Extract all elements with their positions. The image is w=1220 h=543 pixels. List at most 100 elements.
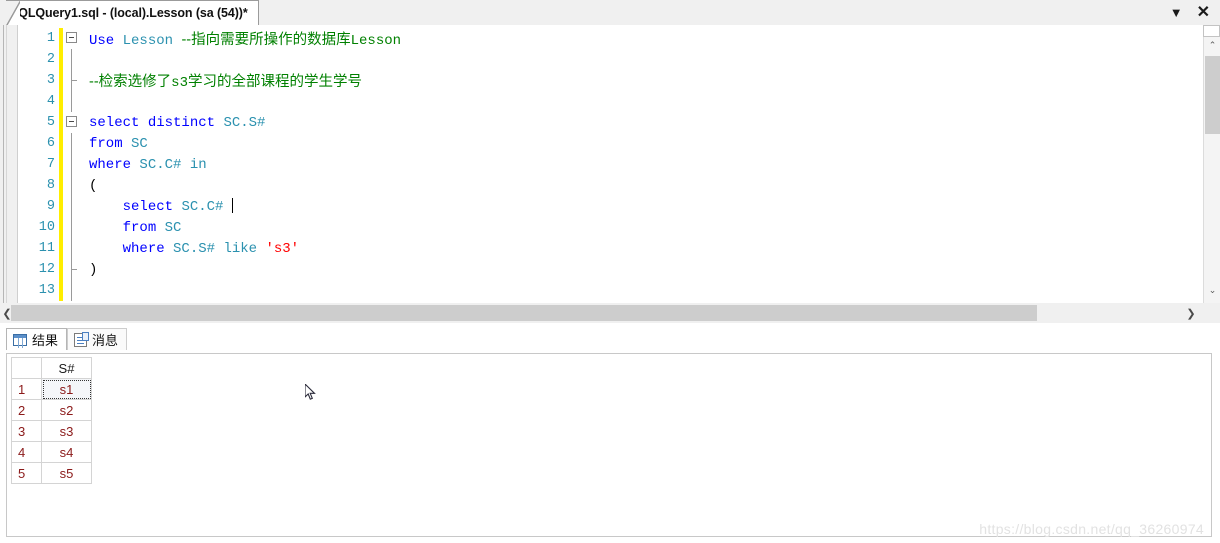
editor-vertical-scrollbar[interactable]: ⌃ ⌄: [1203, 25, 1220, 303]
code-line[interactable]: 3 --检索选修了s3学习的全部课程的学生学号: [19, 70, 1182, 91]
code-line[interactable]: 11 where SC.S# like 's3': [19, 238, 1182, 259]
fold-guide-line: [63, 49, 85, 70]
close-icon[interactable]: ✕: [1197, 4, 1210, 21]
code-token-kw: from: [122, 219, 157, 236]
fold-toggle-icon[interactable]: [63, 28, 85, 49]
code-token-kw: where: [122, 240, 165, 257]
row-number-cell[interactable]: 4: [11, 441, 42, 463]
code-line[interactable]: 9 select SC.C#: [19, 196, 1182, 217]
code-token-cm-mono: s3: [171, 75, 188, 91]
tab-results-label: 结果: [32, 333, 59, 348]
tab-window-controls: ▼ ✕: [1170, 0, 1216, 25]
table-cell[interactable]: s1: [41, 378, 92, 400]
fold-guide-line: [63, 175, 85, 196]
fold-guide-line: [63, 91, 85, 112]
table-cell[interactable]: s5: [41, 462, 92, 484]
vertical-scroll-thumb[interactable]: [1205, 56, 1220, 134]
code-line[interactable]: 7 where SC.C# in: [19, 154, 1182, 175]
column-header-s-number[interactable]: S#: [41, 357, 92, 379]
scroll-right-icon[interactable]: ❯: [1184, 305, 1198, 321]
line-number: 9: [46, 199, 55, 214]
results-pane: 结果 消息 S# 1 s1 2 s2 3 s3 4 s4 5 s5 https://blog.cs…: [0, 323, 1220, 543]
scroll-down-icon[interactable]: ⌄: [1204, 282, 1220, 299]
code-token-id: SC.S#: [223, 114, 266, 131]
code-token-kw: where: [89, 156, 132, 173]
horizontal-scroll-thumb[interactable]: [11, 305, 1037, 321]
code-token-pl: ): [89, 261, 98, 278]
code-line[interactable]: 6 from SC: [19, 133, 1182, 154]
tab-messages-label: 消息: [92, 333, 119, 348]
code-token-id: SC.S#: [173, 240, 216, 257]
results-table[interactable]: S# 1 s1 2 s2 3 s3 4 s4 5 s5: [11, 357, 92, 484]
row-number-cell[interactable]: 2: [11, 399, 42, 421]
line-number: 7: [46, 157, 55, 172]
editor-horizontal-scrollbar[interactable]: ❮ ❯: [0, 303, 1220, 323]
code-token-id: in: [189, 156, 207, 173]
code-line[interactable]: 8(: [19, 175, 1182, 196]
line-number: 4: [46, 94, 55, 109]
editor-indicator-margin: [0, 25, 18, 303]
table-row[interactable]: 4 s4: [11, 441, 92, 463]
code-token-cm: 学习的全部课程的学生学号: [187, 74, 362, 90]
code-line[interactable]: 12): [19, 259, 1182, 280]
document-tab-sqlquery1[interactable]: SQLQuery1.sql - (local).Lesson (sa (54))…: [6, 0, 259, 26]
table-cell[interactable]: s3: [41, 420, 92, 442]
code-token-id: like: [223, 240, 258, 257]
code-token-kw: from: [89, 135, 123, 152]
code-text: from SC: [85, 219, 182, 236]
line-number: 3: [46, 73, 55, 88]
code-text: from SC: [85, 136, 148, 152]
results-grid-container[interactable]: S# 1 s1 2 s2 3 s3 4 s4 5 s5: [6, 353, 1212, 537]
row-number-cell[interactable]: 1: [11, 378, 42, 400]
code-text: --检索选修了s3学习的全部课程的学生学号: [85, 70, 362, 91]
tab-messages[interactable]: 消息: [67, 328, 128, 350]
document-tab-bar: SQLQuery1.sql - (local).Lesson (sa (54))…: [0, 0, 1220, 26]
code-token-id: Lesson: [122, 33, 174, 49]
line-number: 5: [46, 115, 55, 130]
sql-editor[interactable]: 1 Use Lesson --指向需要所操作的数据库Lesson 2 3 --检索选修了…: [0, 25, 1220, 303]
chevron-down-icon[interactable]: ▼: [1170, 6, 1183, 19]
table-row[interactable]: 1 s1: [11, 378, 92, 400]
code-line[interactable]: 5 select distinct SC.S#: [19, 112, 1182, 133]
table-cell[interactable]: s4: [41, 441, 92, 463]
code-line[interactable]: 2: [19, 49, 1182, 70]
fold-toggle-icon[interactable]: [63, 112, 85, 133]
table-row[interactable]: 2 s2: [11, 399, 92, 421]
fold-guide-line: [63, 259, 85, 280]
code-line[interactable]: 13: [19, 280, 1182, 301]
text-caret: [231, 198, 233, 213]
code-token-kw: distinct: [147, 114, 216, 131]
editor-code-area[interactable]: 1 Use Lesson --指向需要所操作的数据库Lesson 2 3 --检索选修了…: [19, 28, 1182, 303]
table-row[interactable]: 5 s5: [11, 462, 92, 484]
table-cell[interactable]: s2: [41, 399, 92, 421]
code-token-kw: select: [122, 199, 174, 215]
code-token-cm-mono: Lesson: [350, 33, 402, 49]
line-number: 10: [38, 220, 55, 235]
code-line[interactable]: 10 from SC: [19, 217, 1182, 238]
fold-guide-line: [63, 280, 85, 301]
tab-results[interactable]: 结果: [6, 328, 68, 350]
code-text: where SC.S# like 's3': [85, 241, 299, 257]
line-number: 13: [38, 283, 55, 298]
fold-guide-line: [63, 154, 85, 175]
row-number-cell[interactable]: 3: [11, 420, 42, 442]
line-number: 6: [46, 136, 55, 151]
code-token-pl: (: [89, 177, 98, 194]
row-number-cell[interactable]: 5: [11, 462, 42, 484]
line-number: 8: [46, 178, 55, 193]
scroll-left-icon[interactable]: ❮: [0, 305, 14, 321]
code-line[interactable]: 1 Use Lesson --指向需要所操作的数据库Lesson: [19, 28, 1182, 49]
code-token-id: SC: [131, 135, 148, 152]
results-grid-icon: [13, 333, 27, 346]
scrollbar-corner-box: [1203, 25, 1220, 37]
table-row[interactable]: 3 s3: [11, 420, 92, 442]
scroll-up-icon[interactable]: ⌃: [1204, 37, 1220, 54]
code-line[interactable]: 4: [19, 91, 1182, 112]
